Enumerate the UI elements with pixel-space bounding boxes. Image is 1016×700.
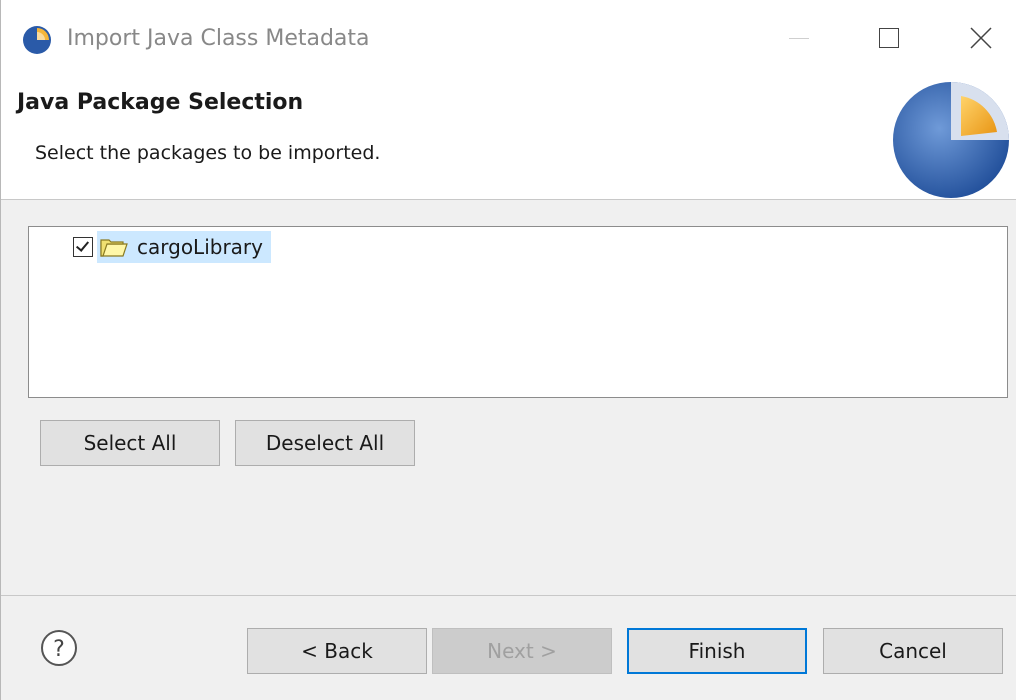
maximize-button[interactable] — [859, 12, 919, 64]
import-dialog: Import Java Class Metadata Java Package … — [0, 0, 1016, 700]
wizard-banner: Java Package Selection Select the packag… — [1, 76, 1016, 200]
page-description: Select the packages to be imported. — [35, 142, 381, 164]
deselect-all-button[interactable]: Deselect All — [235, 420, 415, 466]
finish-button[interactable]: Finish — [627, 628, 807, 674]
page-title: Java Package Selection — [17, 90, 304, 115]
close-icon — [970, 27, 992, 49]
cancel-button[interactable]: Cancel — [823, 628, 1003, 674]
eclipse-dali-icon — [23, 26, 51, 54]
svg-text:?: ? — [53, 637, 65, 662]
tree-item-selection[interactable]: cargoLibrary — [97, 231, 271, 263]
minimize-button[interactable] — [769, 12, 829, 64]
checkmark-icon — [75, 238, 90, 252]
next-button[interactable]: Next > — [432, 628, 612, 674]
title-bar: Import Java Class Metadata — [1, 0, 1016, 76]
package-checkbox[interactable] — [73, 237, 93, 257]
maximize-icon — [879, 28, 899, 48]
folder-icon — [100, 239, 128, 257]
minimize-icon — [789, 37, 809, 39]
window-title: Import Java Class Metadata — [67, 26, 370, 51]
close-button[interactable] — [951, 12, 1011, 64]
package-tree[interactable]: cargoLibrary — [28, 226, 1008, 398]
tree-item-label: cargoLibrary — [137, 235, 263, 259]
wizard-logo-icon — [893, 82, 1009, 198]
back-button[interactable]: < Back — [247, 628, 427, 674]
footer-divider — [1, 595, 1016, 596]
tree-item[interactable]: cargoLibrary — [73, 231, 271, 263]
select-all-button[interactable]: Select All — [40, 420, 220, 466]
help-icon[interactable]: ? — [39, 628, 79, 668]
